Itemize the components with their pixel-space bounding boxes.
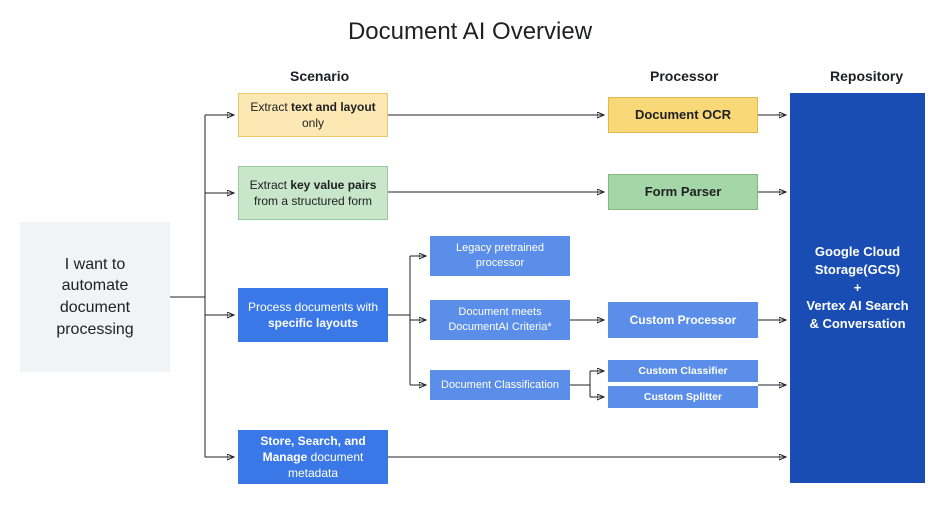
page-title: Document AI Overview — [0, 18, 940, 46]
scenario-specific-layouts: Process documents with specific layouts — [238, 288, 388, 342]
scenario-text-layout: Extract text and layout only — [238, 93, 388, 137]
start-box: I want to automate document processing — [20, 222, 170, 372]
sub-classification: Document Classification — [430, 370, 570, 400]
header-processor: Processor — [650, 68, 718, 84]
header-repository: Repository — [830, 68, 903, 84]
processor-splitter: Custom Splitter — [608, 386, 758, 408]
scenario-key-value: Extract key value pairs from a structure… — [238, 166, 388, 220]
sub-legacy: Legacy pretrained processor — [430, 236, 570, 276]
sub-criteria: Document meets DocumentAI Criteria* — [430, 300, 570, 340]
processor-ocr: Document OCR — [608, 97, 758, 133]
scenario-store-manage: Store, Search, and Manage document metad… — [238, 430, 388, 484]
header-scenario: Scenario — [290, 68, 349, 84]
processor-classifier: Custom Classifier — [608, 360, 758, 382]
repository-box: Google Cloud Storage(GCS) + Vertex AI Se… — [790, 93, 925, 483]
processor-form: Form Parser — [608, 174, 758, 210]
processor-custom: Custom Processor — [608, 302, 758, 338]
